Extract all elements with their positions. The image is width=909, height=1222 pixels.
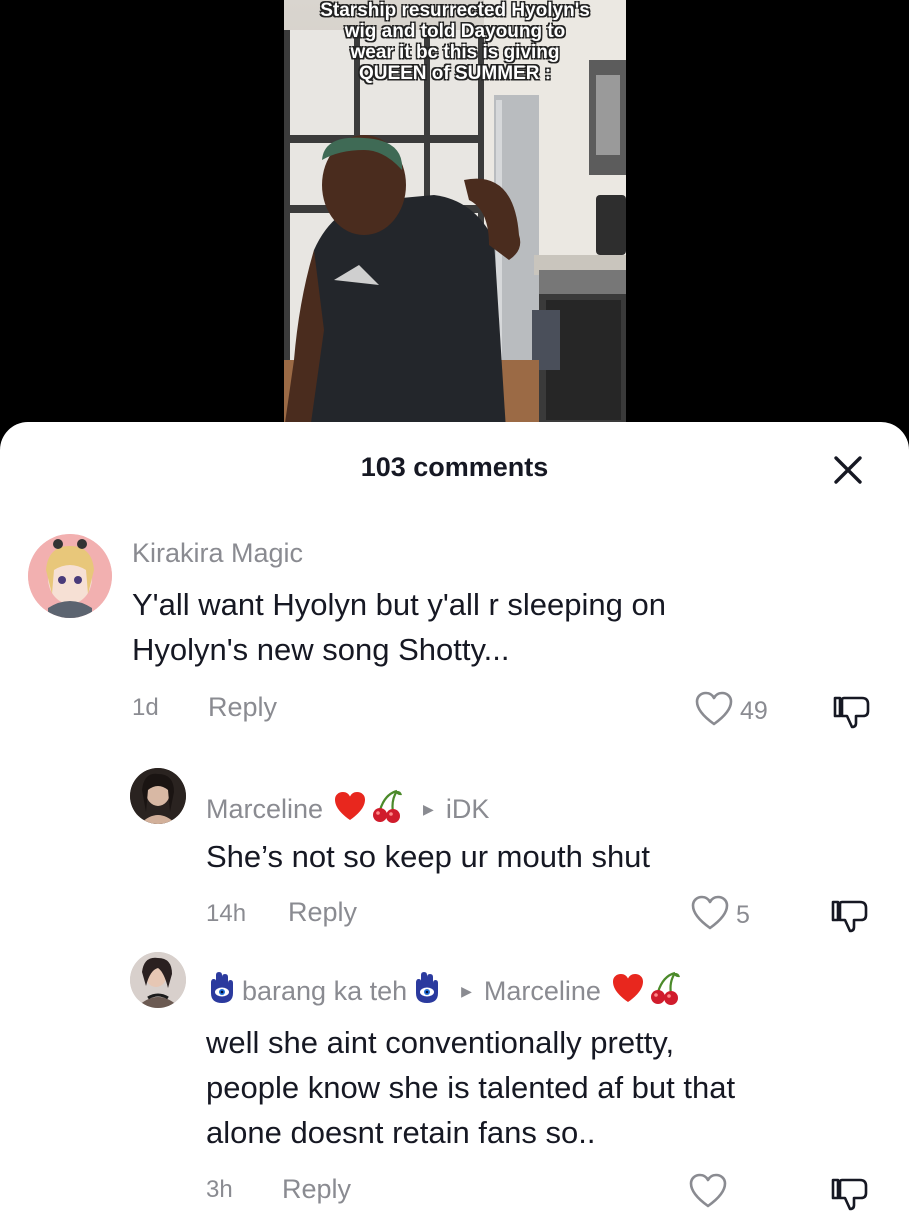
avatar[interactable] [28, 534, 112, 618]
comments-sheet: 103 comments Kirakira Magic Y'all want H… [0, 422, 909, 1222]
avatar[interactable] [130, 768, 186, 824]
video-frame[interactable]: Starship resurrected Hyolyn's wig and to… [284, 0, 626, 430]
comment-username-row: barang ka teh ▶ Marceline [206, 970, 683, 1013]
like-button[interactable]: 49 [694, 690, 768, 733]
thumbs-down-icon[interactable] [832, 694, 874, 735]
like-count: 49 [740, 697, 768, 725]
reply-button[interactable]: Reply [288, 897, 357, 928]
reply-arrow-icon: ▶ [461, 983, 472, 999]
video-player[interactable]: Starship resurrected Hyolyn's wig and to… [0, 0, 909, 430]
cherries-emoji [647, 970, 683, 1013]
reply-comment-item: barang ka teh ▶ Marceline well she aint … [0, 946, 909, 1211]
comments-count-title: 103 comments [360, 452, 549, 482]
comment-timestamp: 14h [206, 900, 247, 927]
hamsa-emoji [411, 971, 443, 1012]
reply-button[interactable]: Reply [208, 692, 277, 723]
red-heart-emoji [611, 972, 645, 1011]
comment-username[interactable]: Kirakira Magic [132, 538, 303, 569]
heart-outline-icon [690, 894, 730, 937]
avatar[interactable] [130, 952, 186, 1008]
cherries-emoji [369, 788, 405, 831]
comment-username[interactable]: barang ka teh [242, 976, 407, 1007]
reply-target-username[interactable]: iDK [446, 794, 490, 825]
heart-outline-icon [688, 1172, 728, 1215]
comment-username-row: Marceline ▶ iDK [206, 788, 489, 831]
reply-arrow-icon: ▶ [423, 801, 434, 817]
hamsa-emoji [206, 971, 238, 1012]
like-button[interactable]: 5 [690, 894, 750, 937]
heart-outline-icon [694, 690, 734, 733]
video-caption: Starship resurrected Hyolyn's wig and to… [320, 0, 590, 84]
thumbs-down-icon[interactable] [830, 1176, 872, 1217]
like-button[interactable] [688, 1172, 734, 1215]
like-count: 5 [736, 901, 750, 929]
comment-text: Y'all want Hyolyn but y'all r sleeping o… [132, 587, 666, 667]
comment-text: well she aint conventionally pretty, peo… [206, 1025, 736, 1150]
close-icon[interactable] [828, 450, 868, 490]
comment-item: Kirakira Magic Y'all want Hyolyn but y'a… [0, 526, 909, 746]
reply-target-username[interactable]: Marceline [484, 976, 601, 1007]
red-heart-emoji [333, 790, 367, 829]
thumbs-down-icon[interactable] [830, 898, 872, 939]
comment-text: She’s not so keep ur mouth shut [206, 839, 651, 874]
reply-comment-item: Marceline ▶ iDK She’s not so keep ur mou… [0, 762, 909, 933]
comment-username[interactable]: Marceline [206, 794, 323, 825]
reply-button[interactable]: Reply [282, 1174, 351, 1205]
comment-timestamp: 1d [132, 694, 159, 721]
